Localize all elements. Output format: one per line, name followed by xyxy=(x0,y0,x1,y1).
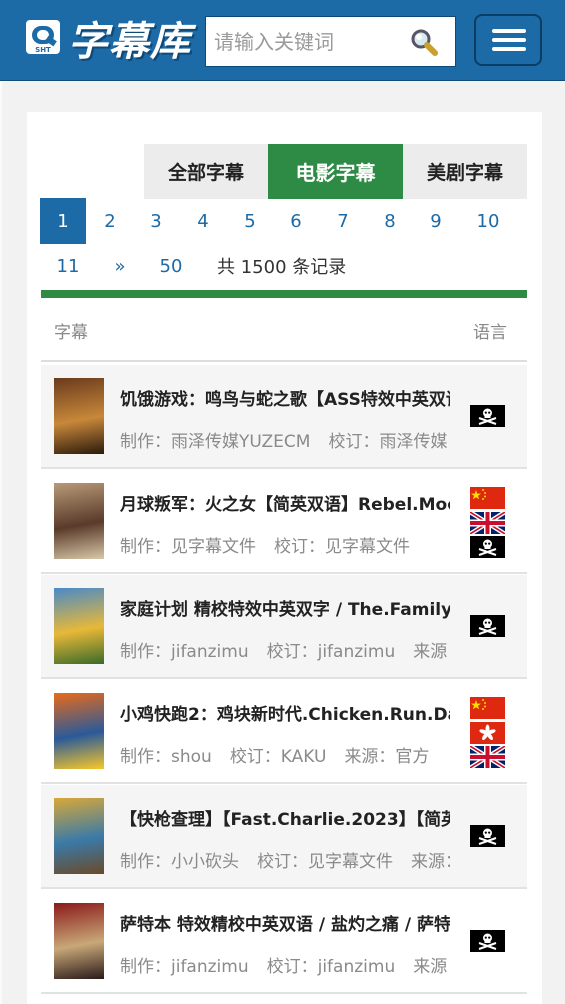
page-link-3[interactable]: 3 xyxy=(133,198,179,244)
page-link-9[interactable]: 9 xyxy=(413,198,459,244)
site-header: SHT 字幕库 xyxy=(0,0,565,81)
movie-poster[interactable] xyxy=(54,588,104,664)
tab-us-drama-subtitles[interactable]: 美剧字幕 xyxy=(403,144,527,199)
subtitle-row[interactable]: 月球叛军：火之女【简英双语】Rebel.Moon 制作：见字幕文件 校订：见字幕文件 xyxy=(41,470,527,574)
source-credit: 来源：官方 xyxy=(413,642,450,662)
source-credit: 来源：官方 xyxy=(411,852,450,872)
category-tabs: 全部字幕 电影字幕 美剧字幕 xyxy=(144,144,527,199)
page-link-4[interactable]: 4 xyxy=(180,198,226,244)
reviewer-credit: 校订：jifanzimu xyxy=(266,957,396,977)
total-records: 共 1500 条记录 xyxy=(217,257,347,278)
logo-text: 字幕库 xyxy=(68,19,191,65)
movie-poster[interactable] xyxy=(54,798,104,874)
tab-all-subtitles[interactable]: 全部字幕 xyxy=(144,144,268,199)
hamburger-icon-bar xyxy=(492,38,526,42)
maker-credit: 制作：见字幕文件 xyxy=(120,537,256,557)
subtitle-title[interactable]: 饥饿游戏：鸣鸟与蛇之歌【ASS特效中英双语 xyxy=(120,385,450,410)
search-box xyxy=(205,16,456,67)
subtitle-title[interactable]: 家庭计划 精校特效中英双字 / The.Family.Plan xyxy=(120,595,450,620)
source-credit: 来源：官方 xyxy=(344,747,430,767)
subtitle-title[interactable]: 月球叛军：火之女【简英双语】Rebel.Moon xyxy=(120,490,450,515)
subtitle-meta: 制作：小小砍头校订：见字幕文件来源：官方 xyxy=(120,847,450,872)
page-link-8[interactable]: 8 xyxy=(367,198,413,244)
list-header: 字幕 语言 xyxy=(41,298,527,362)
subtitle-meta: 制作：shou 校订：KAKU 来源：官方 xyxy=(120,742,450,767)
hamburger-icon-bar xyxy=(492,47,526,51)
green-divider xyxy=(41,290,527,298)
china-flag-icon xyxy=(470,487,505,509)
uk-flag-icon xyxy=(468,509,507,536)
movie-poster[interactable] xyxy=(54,903,104,979)
site-logo[interactable]: SHT 字幕库 xyxy=(24,8,191,68)
reviewer-credit: 校订：见字幕文件 xyxy=(257,852,393,872)
subtitle-row[interactable]: 萨特本 特效精校中英双语 / 盐灼之痛 / 萨特本制作：jifanzimu 校订：… xyxy=(41,890,527,994)
subtitle-title[interactable]: 【快枪查理】【Fast.Charlie.2023】【简英 xyxy=(120,805,450,830)
movie-poster[interactable] xyxy=(54,483,104,559)
movie-poster[interactable] xyxy=(54,693,104,769)
tab-movie-subtitles[interactable]: 电影字幕 xyxy=(268,144,403,199)
subtitle-row[interactable]: 【快枪查理】【Fast.Charlie.2023】【简英 制作：小小砍头 校订：见字… xyxy=(41,785,527,889)
movie-poster[interactable] xyxy=(54,378,104,454)
hamburger-icon-bar xyxy=(492,29,526,33)
maker-credit: 制作：雨泽传媒YUZECM xyxy=(120,432,311,452)
subtitle-row[interactable]: 饥饿游戏：鸣鸟与蛇之歌【ASS特效中英双语制作：雨泽传媒YUZECM 校订：雨泽传… xyxy=(41,365,527,469)
subtitle-meta: 制作：jifanzimu 校订：jifanzimu 来源：官方 xyxy=(120,952,450,977)
maker-credit: 制作：shou xyxy=(120,747,212,767)
maker-credit: 制作：jifanzimu xyxy=(120,642,249,662)
page-edge xyxy=(0,81,2,1004)
pirate-flag-icon xyxy=(470,405,505,427)
maker-credit: 制作：小小砍头 xyxy=(120,852,239,872)
maker-credit: 制作：jifanzimu xyxy=(120,957,249,977)
search-input[interactable] xyxy=(206,17,406,66)
page-link-6[interactable]: 6 xyxy=(273,198,319,244)
page-link-5[interactable]: 5 xyxy=(227,198,273,244)
search-icon[interactable] xyxy=(409,27,439,57)
last-page-link[interactable]: 50 xyxy=(148,243,194,289)
pirate-flag-icon xyxy=(470,615,505,637)
pirate-flag-icon xyxy=(470,930,505,952)
subtitle-meta: 制作：雨泽传媒YUZECM 校订：雨泽传媒 xyxy=(120,427,450,452)
logo-badge-icon: SHT xyxy=(24,16,64,60)
page-link-10[interactable]: 10 xyxy=(460,198,516,244)
reviewer-credit: 校订：KAKU xyxy=(229,747,327,767)
reviewer-credit: 校订：见字幕文件 xyxy=(274,537,410,557)
pirate-flag-icon xyxy=(470,825,505,847)
page-link-2[interactable]: 2 xyxy=(87,198,133,244)
subtitle-row[interactable]: 小鸡快跑2：鸡块新时代.Chicken.Run.Dawn 制作：shou 校订：KA… xyxy=(41,680,527,784)
column-header-subtitle: 字幕 xyxy=(54,323,88,343)
pirate-flag-icon xyxy=(470,536,505,558)
page-link-7[interactable]: 7 xyxy=(320,198,366,244)
subtitle-panel: 全部字幕 电影字幕 美剧字幕 1 2 3 4 5 6 7 8 9 10 11 »… xyxy=(27,112,542,1004)
menu-button[interactable] xyxy=(474,14,542,66)
subtitle-meta: 制作：jifanzimu 校订：jifanzimu 来源：官方 xyxy=(120,637,450,662)
subtitle-meta: 制作：见字幕文件 校订：见字幕文件 xyxy=(120,532,450,557)
subtitle-row[interactable]: 家庭计划 精校特效中英双字 / The.Family.Plan 制作：jifanz… xyxy=(41,575,527,679)
page-link-11[interactable]: 11 xyxy=(45,243,91,289)
page-link-1[interactable]: 1 xyxy=(40,198,86,244)
hongkong-flag-icon xyxy=(470,721,505,744)
source-credit: 来源：官方 xyxy=(413,957,450,977)
column-header-language: 语言 xyxy=(473,323,507,343)
subtitle-title[interactable]: 萨特本 特效精校中英双语 / 盐灼之痛 / 萨特本 xyxy=(120,910,450,935)
uk-flag-icon xyxy=(468,744,507,770)
china-flag-icon xyxy=(470,697,505,719)
next-page-link[interactable]: » xyxy=(97,243,143,289)
logo-badge-label: SHT xyxy=(35,46,51,54)
subtitle-title[interactable]: 小鸡快跑2：鸡块新时代.Chicken.Run.Dawn xyxy=(120,700,450,725)
reviewer-credit: 校订：jifanzimu xyxy=(266,642,396,662)
reviewer-credit: 校订：雨泽传媒 xyxy=(328,432,448,452)
